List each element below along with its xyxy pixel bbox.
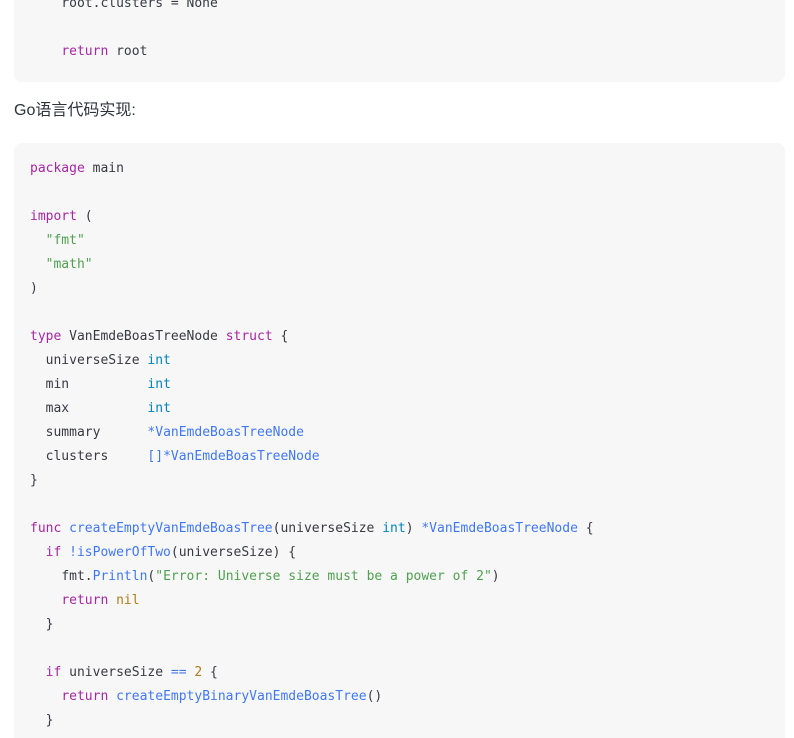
- code-token-type-name: VanEmdeBoasTreeNode: [69, 329, 218, 344]
- code-token-field-clusters: clusters: [45, 449, 109, 464]
- section-heading: Go语言代码实现:: [14, 102, 136, 119]
- code-token-brace-open: {: [210, 665, 218, 680]
- code-token-return-type: *VanEmdeBoasTreeNode: [421, 521, 578, 536]
- code-token-type-pointer-summary: *VanEmdeBoasTreeNode: [147, 425, 304, 440]
- code-token-builtin-int: int: [147, 401, 171, 416]
- code-token-paren-open: (: [84, 209, 93, 224]
- code-token-keyword-return: return: [61, 593, 109, 608]
- code-token-field-max: max: [45, 401, 70, 416]
- code-token-keyword-return: return: [61, 44, 109, 59]
- code-token-function-createemptyvanemdeboastree: createEmptyVanEmdeBoasTree: [69, 521, 273, 536]
- code-token-brace-close: }: [45, 617, 54, 632]
- code-token-keyword-type: type: [30, 329, 62, 344]
- code-token-function-println: Println: [92, 569, 148, 584]
- code-token-brace-close: }: [45, 713, 54, 728]
- code-token-function-createemptybinaryvanemdeboastree: createEmptyBinaryVanEmdeBoasTree: [116, 689, 367, 704]
- code-token-paren-close: ): [272, 545, 281, 560]
- code-token-keyword-import: import: [30, 209, 77, 224]
- code-token-identifier-universesize: universeSize: [69, 665, 164, 680]
- code-token-literal-nil: nil: [116, 593, 140, 608]
- code-block-python: root.clusters = None return root: [14, 0, 785, 82]
- code-token-string-math: "math": [45, 257, 93, 272]
- code-token-brace-open: {: [280, 329, 289, 344]
- code-token-keyword-func: func: [30, 521, 62, 536]
- code-token-field-universesize: universeSize: [45, 353, 140, 368]
- code-token-brace-open: {: [585, 521, 594, 536]
- code-token-string-error-message: "Error: Universe size must be a power of…: [155, 569, 492, 584]
- code-token-package-name: main: [92, 161, 124, 176]
- code-token-package-fmt: fmt.: [61, 569, 93, 584]
- code-token-function-ispoweroftwo: isPowerOfTwo: [76, 545, 171, 560]
- code-token-builtin-int: int: [147, 353, 171, 368]
- code-token-paren-close: ): [491, 569, 500, 584]
- code-token-keyword-if: if: [45, 665, 62, 680]
- code-token-paren-close: ): [405, 521, 414, 536]
- code-token-brace-open: {: [288, 545, 297, 560]
- code-token-number-2: 2: [194, 665, 203, 680]
- code-token-builtin-int: int: [382, 521, 406, 536]
- code-token-keyword-struct: struct: [225, 329, 273, 344]
- code-token-keyword-package: package: [30, 161, 85, 176]
- code-token-arg-universesize: universeSize: [178, 545, 273, 560]
- code-token-builtin-int: int: [147, 377, 171, 392]
- code-token-type-slice-clusters: []*VanEmdeBoasTreeNode: [147, 449, 320, 464]
- code-token-paren-close: ): [30, 281, 38, 296]
- code-token-parens-empty: (): [366, 689, 383, 704]
- code-content-python[interactable]: root.clusters = None return root: [14, 0, 785, 80]
- code-content-go[interactable]: package main import ( "fmt" "math" ) typ…: [14, 143, 785, 733]
- code-token-brace-close: }: [30, 473, 38, 488]
- code-token-operator-not: !: [69, 545, 77, 560]
- code-token-keyword-if: if: [45, 545, 62, 560]
- code-token-field-min: min: [45, 377, 70, 392]
- code-token-paren-open: (: [170, 545, 179, 560]
- code-token-operator-equals: ==: [170, 665, 187, 680]
- code-token-field-summary: summary: [45, 425, 101, 440]
- code-token-keyword-return: return: [61, 689, 109, 704]
- code-token-identifier-root: root: [116, 44, 148, 59]
- code-token-plain: root.clusters = None: [30, 0, 218, 11]
- page-root: root.clusters = None return root Go语言代码实…: [0, 0, 794, 738]
- code-block-go: package main import ( "fmt" "math" ) typ…: [14, 143, 785, 738]
- code-token-string-fmt: "fmt": [45, 233, 85, 248]
- code-token-param-universesize: universeSize: [280, 521, 375, 536]
